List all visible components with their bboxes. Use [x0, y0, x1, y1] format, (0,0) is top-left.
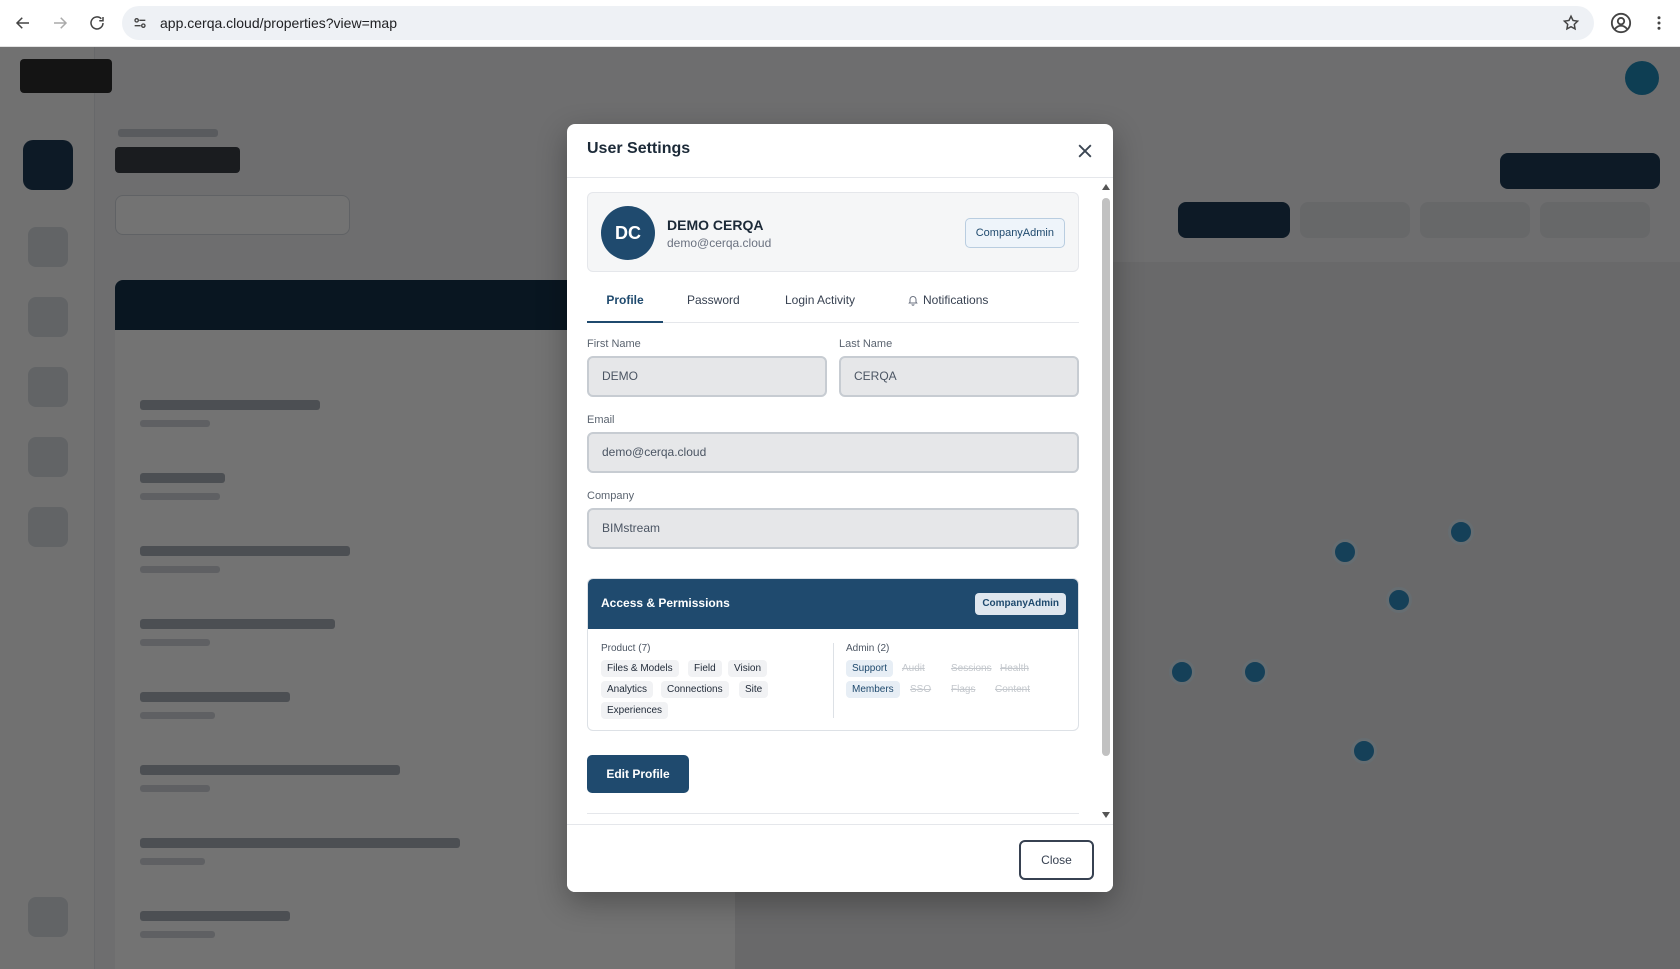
browser-toolbar: app.cerqa.cloud/properties?view=map: [0, 0, 1680, 47]
permissions-divider: [833, 643, 834, 718]
product-chip: Connections: [661, 681, 729, 698]
company-field[interactable]: BIMstream: [587, 508, 1079, 549]
profile-icon[interactable]: [1610, 12, 1632, 34]
tab-notifications[interactable]: Notifications: [907, 287, 988, 323]
product-chip: Experiences: [601, 702, 669, 719]
scroll-thumb[interactable]: [1102, 198, 1110, 756]
first-name-field[interactable]: DEMO: [587, 356, 827, 397]
user-name: DEMO CERQA: [667, 217, 764, 233]
url-text[interactable]: app.cerqa.cloud/properties?view=map: [160, 15, 397, 31]
company-label: Company: [587, 490, 635, 502]
admin-chip-disabled: Sessions: [951, 663, 992, 674]
tab-password[interactable]: Password: [687, 287, 740, 323]
admin-chip-support: Support: [846, 660, 894, 677]
product-label: Product (7): [601, 643, 651, 654]
admin-chip-disabled: Health: [1000, 663, 1029, 674]
admin-chip-disabled: Audit: [902, 663, 925, 674]
product-chip: Site: [739, 681, 769, 698]
body-divider: [587, 813, 1079, 814]
tab-notifications-label: Notifications: [923, 293, 989, 307]
profile-card: DC DEMO CERQA demo@cerqa.cloud CompanyAd…: [587, 192, 1079, 272]
settings-tabs: Profile Password Login Activity Notifica…: [587, 287, 1079, 323]
forward-icon[interactable]: [46, 9, 74, 37]
bell-icon: [908, 296, 918, 306]
permissions-title: Access & Permissions: [601, 596, 730, 610]
tab-profile[interactable]: Profile: [587, 287, 663, 323]
user-settings-modal: User Settings DC DEMO CERQA demo@cerqa.c…: [567, 124, 1113, 892]
access-permissions-panel: Access & Permissions CompanyAdmin Produc…: [587, 578, 1079, 731]
modal-scrollbar[interactable]: [1101, 182, 1111, 820]
scroll-down-arrow-icon[interactable]: [1102, 812, 1110, 818]
modal-title: User Settings: [587, 140, 691, 157]
last-name-label: Last Name: [839, 338, 893, 350]
product-chip: Vision: [728, 660, 768, 677]
site-settings-icon[interactable]: [132, 14, 150, 32]
product-chip: Files & Models: [601, 660, 679, 677]
role-badge: CompanyAdmin: [964, 218, 1065, 248]
admin-chip-disabled: SSO: [910, 684, 932, 695]
tab-login-activity[interactable]: Login Activity: [785, 287, 855, 323]
permissions-role-badge: CompanyAdmin: [975, 593, 1066, 615]
edit-profile-button[interactable]: Edit Profile: [587, 755, 689, 793]
address-bar[interactable]: app.cerqa.cloud/properties?view=map: [122, 6, 1594, 40]
admin-label: Admin (2): [846, 643, 890, 654]
modal-body: DC DEMO CERQA demo@cerqa.cloud CompanyAd…: [567, 178, 1113, 824]
avatar: DC: [601, 206, 655, 260]
modal-header: User Settings: [567, 124, 1113, 178]
admin-chip-disabled: Content: [995, 684, 1031, 695]
close-icon[interactable]: [1075, 141, 1095, 161]
product-chip: Field: [688, 660, 722, 677]
admin-chip-members: Members: [846, 681, 900, 698]
modal-footer: Close: [567, 824, 1113, 892]
scroll-up-arrow-icon[interactable]: [1102, 184, 1110, 190]
back-icon[interactable]: [9, 9, 37, 37]
admin-chip-disabled: Flags: [951, 684, 976, 695]
permissions-header: Access & Permissions CompanyAdmin: [588, 579, 1078, 629]
email-label: Email: [587, 414, 615, 426]
bookmark-star-icon[interactable]: [1562, 14, 1580, 32]
first-name-label: First Name: [587, 338, 641, 350]
product-chip: Analytics: [601, 681, 654, 698]
close-button[interactable]: Close: [1019, 840, 1094, 880]
user-email: demo@cerqa.cloud: [667, 236, 772, 250]
email-field[interactable]: demo@cerqa.cloud: [587, 432, 1079, 473]
browser-menu-icon[interactable]: [1650, 12, 1668, 34]
last-name-field[interactable]: CERQA: [839, 356, 1079, 397]
reload-icon[interactable]: [83, 9, 111, 37]
